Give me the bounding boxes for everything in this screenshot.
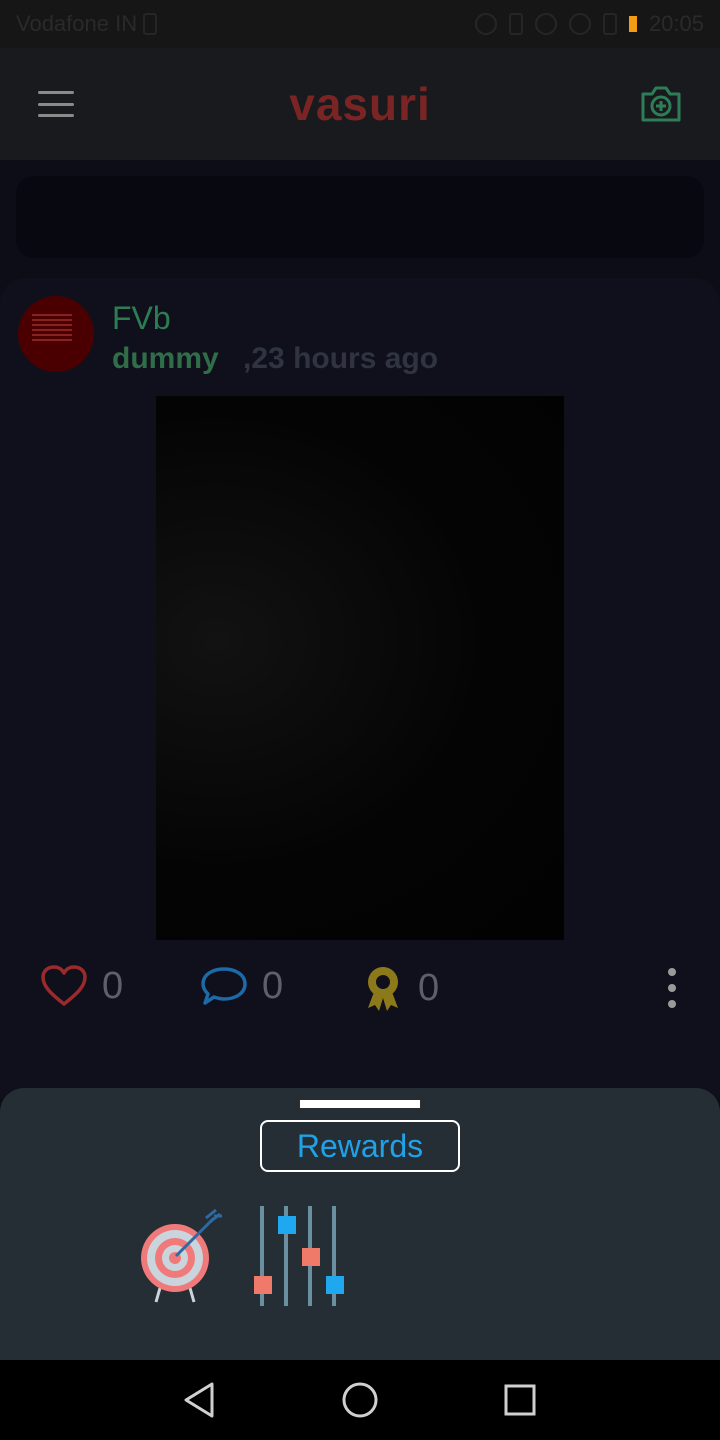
heart-icon — [41, 965, 87, 1006]
post-meta: dummy ,23 hours ago — [112, 342, 438, 376]
award-count: 0 — [418, 966, 440, 1009]
top-banner[interactable] — [16, 176, 704, 258]
like-count: 0 — [102, 964, 124, 1007]
sliders-icon[interactable] — [250, 1204, 346, 1308]
post-media[interactable] — [156, 396, 564, 940]
like-button[interactable]: 0 — [40, 964, 123, 1008]
camera-plus-icon[interactable] — [640, 85, 682, 123]
avatar[interactable] — [18, 296, 94, 372]
status-time: 20:05 — [648, 11, 704, 36]
post-actions: 0 0 0 — [0, 964, 720, 1012]
status-left: Vodafone IN — [16, 11, 158, 37]
target-icon[interactable] — [136, 1206, 226, 1306]
sheet-drag-handle[interactable] — [300, 1100, 420, 1108]
post-author[interactable]: dummy — [112, 342, 219, 375]
app-header: vasuri — [0, 48, 720, 160]
vibrate-icon — [508, 13, 523, 35]
eye-icon — [568, 13, 591, 35]
carrier-label: Vodafone IN — [16, 11, 138, 36]
menu-icon[interactable] — [38, 91, 74, 117]
battery-icon — [628, 16, 637, 32]
recents-square-icon[interactable] — [500, 1380, 540, 1420]
signal-icon — [602, 13, 617, 35]
comment-button[interactable]: 0 — [200, 964, 283, 1008]
more-options-icon[interactable] — [664, 968, 680, 1008]
post-card: FVb dummy ,23 hours ago 0 0 0 — [0, 278, 720, 1098]
comment-bubble-icon — [201, 967, 247, 1005]
alarm-icon — [534, 13, 557, 35]
app-title: vasuri — [289, 78, 431, 130]
award-ribbon-icon — [368, 967, 398, 1011]
award-button[interactable]: 0 — [362, 964, 439, 1012]
nfc-icon — [474, 13, 497, 35]
avatar-image — [32, 314, 72, 344]
status-bar: Vodafone IN 20:05 — [0, 0, 720, 48]
rewards-button[interactable]: Rewards — [260, 1120, 460, 1172]
rewards-sheet: Rewards — [0, 1088, 720, 1360]
sim-icon — [143, 13, 158, 35]
post-title: FVb — [112, 300, 171, 336]
system-nav-bar — [0, 1360, 720, 1440]
app-screen: Vodafone IN 20:05 vasuri FVb dummy ,23 h… — [0, 0, 720, 1440]
home-circle-icon[interactable] — [340, 1380, 380, 1420]
comment-count: 0 — [262, 964, 284, 1007]
status-right: 20:05 — [474, 11, 704, 37]
back-triangle-icon[interactable] — [180, 1380, 220, 1420]
post-time: ,23 hours ago — [243, 342, 439, 375]
